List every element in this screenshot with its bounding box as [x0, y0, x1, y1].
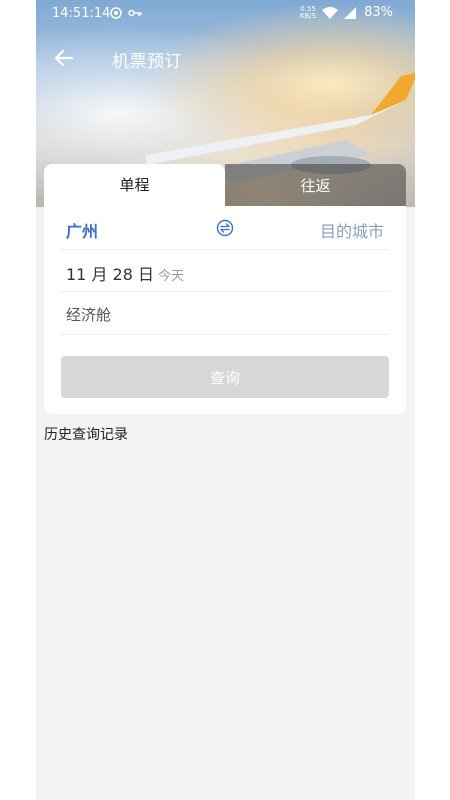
status-bar: 14:51:14 0.55 KB/S 83% [36, 0, 415, 28]
destination-city[interactable]: 目的城市 [320, 218, 384, 242]
tab-round-trip[interactable]: 往返 [225, 164, 406, 206]
departure-city[interactable]: 广州 [66, 218, 98, 242]
signal-icon [344, 6, 357, 19]
page-title: 机票预订 [112, 52, 182, 72]
cabin-class: 经济舱 [66, 306, 112, 324]
app-screen: 14:51:14 0.55 KB/S 83% 机票预订 单程 往返 广州 目的城… [36, 0, 415, 800]
wifi-icon [322, 6, 339, 19]
date-row[interactable]: 11 月 28 日今天 [60, 249, 390, 292]
search-button[interactable]: 查询 [61, 356, 389, 398]
departure-date: 11 月 28 日 [66, 265, 154, 284]
history-title: 历史查询记录 [44, 427, 128, 443]
status-time: 14:51:14 [52, 6, 111, 21]
title-bar: 机票预订 [36, 38, 415, 78]
notification-icon [110, 7, 122, 19]
cabin-class-row[interactable]: 经济舱 [60, 292, 390, 335]
cities-row: 广州 目的城市 [60, 206, 390, 250]
back-arrow-icon[interactable] [52, 46, 76, 70]
battery-level: 83% [364, 5, 393, 20]
tab-one-way[interactable]: 单程 [44, 164, 225, 206]
net-speed: 0.55 KB/S [299, 4, 317, 20]
date-hint: 今天 [157, 269, 184, 284]
booking-form: 广州 目的城市 11 月 28 日今天 经济舱 查询 [44, 206, 406, 414]
trip-type-tabs: 单程 往返 [44, 164, 406, 206]
swap-cities-icon[interactable] [216, 219, 234, 237]
key-icon [128, 9, 142, 17]
